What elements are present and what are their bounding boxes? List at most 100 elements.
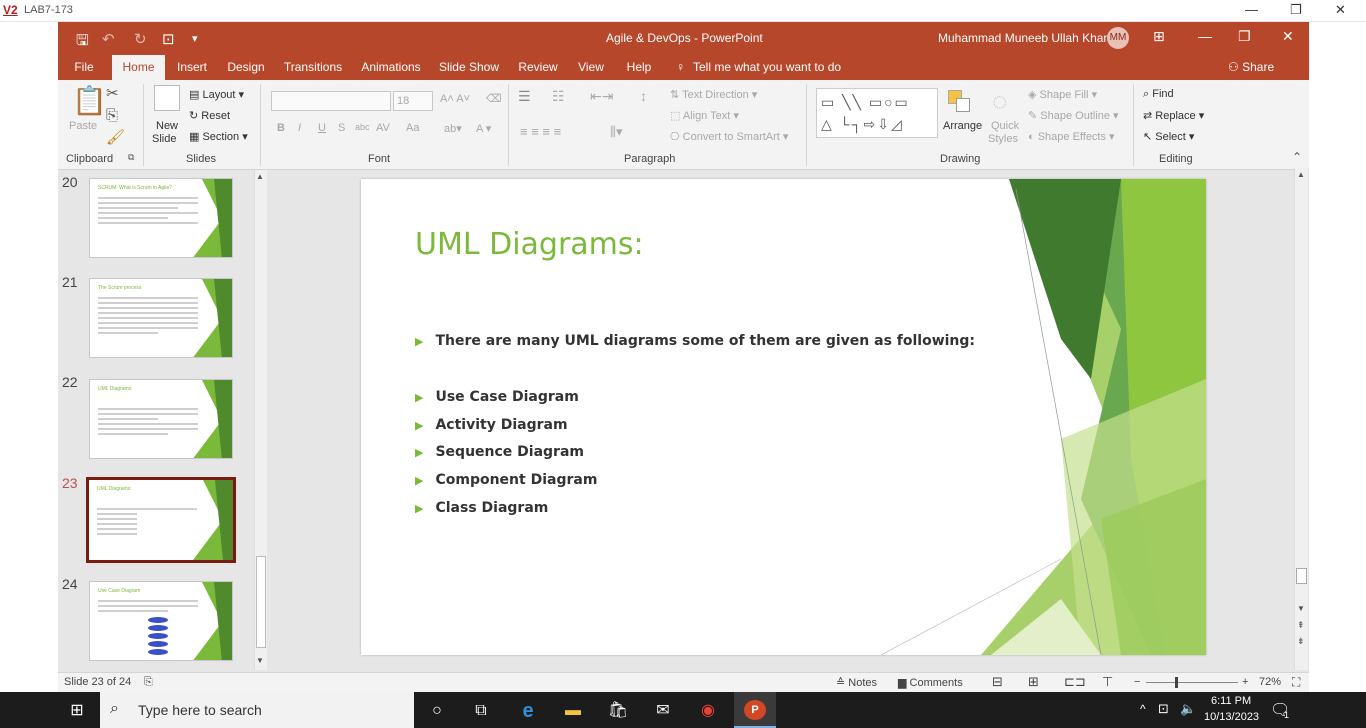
slide-bullet[interactable]: ▶ Component Diagram [415,472,597,488]
tab-home[interactable]: Home [112,55,165,80]
slide-thumbnail-23[interactable]: UML Diagrams: [86,477,236,563]
numbering-icon[interactable]: ☷ [552,88,565,105]
indent-icon[interactable]: ⇤⇥ [590,88,613,105]
shape-effects-button[interactable]: ◐ Shape Effects ▾ [1028,130,1115,143]
save-icon[interactable]: 🖫 [76,30,89,55]
zoom-slider[interactable] [1146,682,1238,683]
slide-thumbnail-20[interactable]: SCRUM: What is Scrum in Agile? [89,178,233,258]
tab-animations[interactable]: Animations [356,55,426,80]
next-slide-icon[interactable]: ⇟ [1297,636,1305,647]
tell-me-search[interactable]: ♀ Tell me what you want to do [676,55,841,80]
ribbon-display-options-icon[interactable]: ⊞ [1153,28,1165,45]
paste-icon[interactable]: 📋 [72,84,107,117]
tab-view[interactable]: View [572,55,610,80]
taskbar-search[interactable]: ⌕ Type here to search [100,692,414,728]
zoom-slider-thumb[interactable] [1175,677,1178,688]
shadow-button[interactable]: S [338,122,345,134]
paste-button[interactable]: Paste [69,120,97,132]
scroll-down-icon[interactable]: ▼ [1297,604,1305,613]
quick-styles-icon[interactable]: ◌ [992,86,1007,117]
share-button[interactable]: ⚇ Share [1228,55,1274,80]
bold-button[interactable]: B [277,122,285,134]
cortana-icon[interactable]: ○ [426,700,448,722]
present-icon[interactable]: ⊡ [162,30,175,48]
shape-outline-button[interactable]: ✎ Shape Outline ▾ [1028,109,1119,122]
slide-scrollbar[interactable]: ▲ ▼ ⇞ ⇟ [1294,168,1308,670]
normal-view-icon[interactable]: ⊟ [992,674,1003,690]
clock-date[interactable]: 10/13/2023 [1204,711,1259,723]
convert-smartart-button[interactable]: ⎔ Convert to SmartArt ▾ [670,130,788,143]
tab-help[interactable]: Help [620,55,658,80]
zoom-out-icon[interactable]: − [1134,676,1140,688]
close-icon[interactable]: ✕ [1282,28,1294,45]
character-spacing-button[interactable]: AV [376,122,390,134]
slideshow-icon[interactable]: ⊤ [1102,674,1113,690]
slide-thumbnail-22[interactable]: UML Diagrams: [89,379,233,459]
shapes-gallery[interactable]: ▭ ╲╲ ▭○▭ △ └┐⇨⇩◿ [816,88,938,138]
comments-button[interactable]: ▆ Comments [898,676,963,689]
volume-icon[interactable]: 🔈 [1180,701,1196,717]
collapse-ribbon-icon[interactable]: ⌃ [1292,150,1302,164]
align-left-icon[interactable]: ≡ ≡ ≡ ≡ [520,124,561,139]
arrange-button[interactable]: Arrange [943,120,982,132]
underline-button[interactable]: U [318,122,326,134]
customize-qat-icon[interactable]: ▾ [192,32,198,45]
tab-slide-show[interactable]: Slide Show [436,55,502,80]
scroll-down-icon[interactable]: ▼ [256,656,266,666]
highlight-icon[interactable]: ab▾ [444,122,462,135]
zoom-in-icon[interactable]: + [1242,676,1248,688]
text-direction-button[interactable]: ⇅ Text Direction ▾ [670,88,757,101]
store-icon[interactable]: 🛍 [607,700,629,722]
slide-canvas[interactable]: UML Diagrams: ▶ There are many UML diagra… [361,179,1206,655]
font-color-icon[interactable]: A ▾ [476,122,491,135]
minimize-icon[interactable]: — [1198,28,1212,44]
slide-thumbnail-24[interactable]: Use Case Diagram [89,581,233,661]
copy-icon[interactable]: ⎘ [106,107,118,124]
layout-button[interactable]: ▤ Layout ▾ [189,88,244,101]
replace-button[interactable]: ⇄ Replace ▾ [1143,109,1204,122]
slide-intro-bullet[interactable]: ▶ There are many UML diagrams some of the… [415,333,975,349]
format-painter-icon[interactable]: 🖌 [106,128,125,146]
columns-icon[interactable]: ⫼▾ [610,124,623,140]
fit-slide-icon[interactable]: ⛶ [1292,675,1300,690]
shape-fill-button[interactable]: ◈ Shape Fill ▾ [1028,88,1097,101]
line-spacing-icon[interactable]: ↕ [640,88,647,104]
viewer-close-button[interactable]: ✕ [1335,2,1346,18]
strikethrough-button[interactable]: abc [355,122,370,132]
clipboard-launcher-icon[interactable]: ⧉ [128,152,134,163]
thumbnail-scroll-thumb[interactable] [256,556,266,648]
spell-check-icon[interactable]: ⎘ [144,676,153,689]
tray-chevron-icon[interactable]: ^ [1140,702,1146,716]
quick-styles-label[interactable]: Styles [988,133,1018,145]
slide-sorter-icon[interactable]: ⊞ [1028,674,1039,690]
reading-view-icon[interactable]: ⊏⊐ [1064,674,1086,690]
windows-start-icon[interactable]: ⊞ [66,700,88,722]
change-case-button[interactable]: Aa [406,122,419,134]
slide-thumbnail-21[interactable]: The Scrum process [89,278,233,358]
avatar[interactable]: MM [1107,27,1129,49]
align-text-button[interactable]: ⬚ Align Text ▾ [670,109,739,122]
new-slide-icon[interactable] [154,85,180,111]
font-name-combo[interactable] [271,91,391,111]
scroll-up-icon[interactable]: ▲ [1297,170,1305,179]
viewer-minimize-button[interactable]: — [1245,2,1258,17]
italic-button[interactable]: I [298,122,301,134]
scroll-up-icon[interactable]: ▲ [256,172,266,182]
zoom-level[interactable]: 72% [1259,676,1281,688]
network-icon[interactable]: ⊡ [1158,701,1169,717]
user-name[interactable]: Muhammad Muneeb Ullah Khan [938,31,1110,45]
powerpoint-taskbar-button[interactable]: P [734,692,776,728]
find-button[interactable]: ⌕ Find [1143,88,1174,101]
quick-styles-button[interactable]: Quick [991,120,1019,132]
chrome-icon[interactable]: ◉ [697,700,719,722]
clear-formatting-icon[interactable]: ⌫ [486,92,502,105]
edge-icon[interactable]: e [517,700,539,722]
task-view-icon[interactable]: ⧉ [470,700,492,722]
select-button[interactable]: ↖ Select ▾ [1143,130,1194,143]
new-slide-button[interactable]: New [156,120,178,132]
previous-slide-icon[interactable]: ⇞ [1297,620,1305,631]
undo-icon[interactable]: ↶ [102,30,115,48]
tab-transitions[interactable]: Transitions [280,55,346,80]
viewer-restore-button[interactable]: ❐ [1290,2,1302,18]
tab-file[interactable]: File [66,55,102,80]
